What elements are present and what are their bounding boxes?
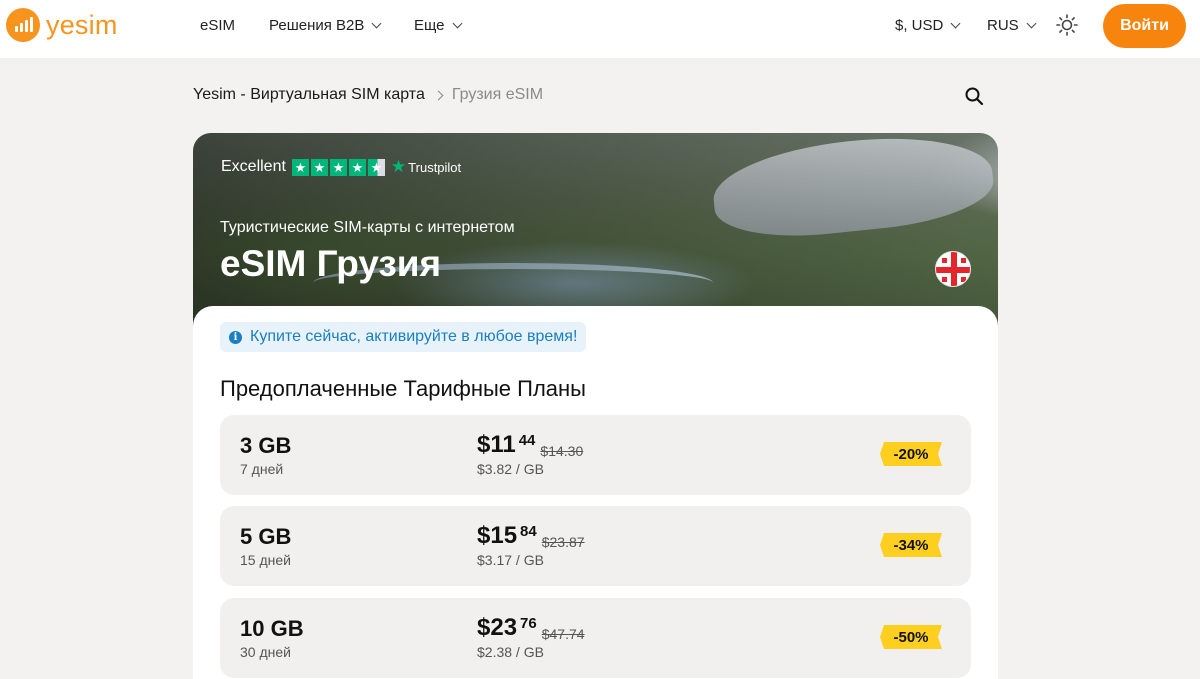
price-main: $23 [477, 614, 518, 641]
breadcrumb-current: Грузия eSIM [451, 86, 544, 103]
price-per-gb: $2.38 / GB [477, 644, 544, 660]
plan-price: $23 76 $47.74 [477, 614, 585, 642]
plan-row[interactable]: 10 GB 30 дней $23 76 $47.74 $2.38 / GB -… [220, 598, 971, 678]
price-cents: 76 [520, 615, 537, 632]
currency-selector[interactable]: $, USD [895, 17, 961, 34]
plan-duration: 7 дней [240, 461, 284, 477]
hero-title: eSIM Грузия [220, 243, 442, 284]
discount-badge: -20% [880, 442, 942, 466]
plan-data: 3 GB [240, 433, 292, 458]
nav-esim-label: eSIM [200, 17, 236, 34]
plans-card: i Купите сейчас, активируйте в любое вре… [193, 306, 998, 679]
search-icon[interactable] [964, 86, 984, 106]
chevron-down-icon [452, 18, 462, 29]
logo-text: yesim [46, 9, 118, 40]
chevron-right-icon [433, 90, 444, 100]
plan-price: $11 44 $14.30 [477, 431, 583, 459]
rating-stars: ★ ★ ★ ★ ★ [291, 158, 385, 176]
hero-subtitle: Туристические SIM-карты с интернетом [220, 219, 515, 236]
nav-esim[interactable]: eSIM [200, 17, 235, 34]
plan-price: $15 84 $23.87 [477, 522, 585, 550]
trustpilot-text: Trustpilot [408, 159, 462, 175]
chevron-down-icon [371, 18, 382, 29]
chevron-down-icon [950, 18, 961, 29]
language-label: RUS [987, 17, 1019, 34]
price-cents: 44 [518, 432, 536, 449]
yesim-logo[interactable]: yesim [6, 8, 118, 42]
discount-badge: -34% [880, 533, 942, 557]
star-icon: ★ [348, 158, 366, 176]
breadcrumb: Yesim - Виртуальная SIM карта Грузия eSI… [193, 86, 543, 104]
star-half-icon: ★ [367, 158, 385, 176]
georgia-flag-icon [935, 251, 971, 287]
info-icon: i [229, 330, 242, 344]
plan-duration: 15 дней [240, 552, 291, 568]
plan-row[interactable]: 3 GB 7 дней $11 44 $14.30 $3.82 / GB -20… [220, 415, 971, 495]
top-header: yesim eSIM Решения B2B Еще $, USD RUS Во… [0, 0, 1200, 58]
trustpilot-brand: ★ Trustpilot [391, 157, 461, 177]
price-main: $15 [477, 522, 518, 549]
plan-data: 10 GB [240, 616, 304, 641]
price-old: $14.30 [540, 443, 584, 459]
section-title: Предоплаченные Тарифные Планы [220, 376, 586, 401]
sun-icon[interactable] [1056, 14, 1078, 36]
rating-label: Excellent [221, 158, 286, 175]
nav-b2b-label: Решения B2B [269, 17, 365, 34]
trustpilot-star-icon: ★ [390, 157, 407, 176]
nav-b2b-solutions[interactable]: Решения B2B [269, 17, 382, 34]
price-main: $11 [477, 431, 516, 458]
star-icon: ★ [310, 158, 328, 176]
signal-bars-icon [6, 8, 40, 42]
chevron-down-icon [1026, 18, 1037, 29]
trustpilot-rating[interactable]: Excellent ★ ★ ★ ★ ★ ★ Trustpilot [221, 157, 461, 177]
star-icon: ★ [329, 158, 347, 176]
price-old: $47.74 [541, 626, 585, 642]
activation-notice: i Купите сейчас, активируйте в любое вре… [220, 322, 587, 352]
plan-duration: 30 дней [240, 644, 291, 660]
nav-more[interactable]: Еще [414, 17, 462, 34]
plan-data: 5 GB [240, 524, 292, 549]
login-button[interactable]: Войти [1103, 4, 1186, 48]
language-selector[interactable]: RUS [987, 17, 1037, 34]
price-per-gb: $3.82 / GB [477, 461, 544, 477]
notice-text: Купите сейчас, активируйте в любое время… [250, 328, 578, 345]
plan-row[interactable]: 5 GB 15 дней $15 84 $23.87 $3.17 / GB -3… [220, 506, 971, 586]
currency-label: $, USD [895, 17, 944, 34]
price-cents: 84 [520, 523, 537, 540]
hero-banner: Excellent ★ ★ ★ ★ ★ ★ Trustpilot Туристи… [193, 133, 998, 333]
discount-badge: -50% [880, 625, 942, 649]
star-icon: ★ [291, 158, 309, 176]
price-old: $23.87 [541, 534, 585, 550]
breadcrumb-home-link[interactable]: Yesim - Виртуальная SIM карта [193, 86, 425, 104]
price-per-gb: $3.17 / GB [477, 552, 544, 568]
nav-more-label: Еще [414, 17, 445, 34]
